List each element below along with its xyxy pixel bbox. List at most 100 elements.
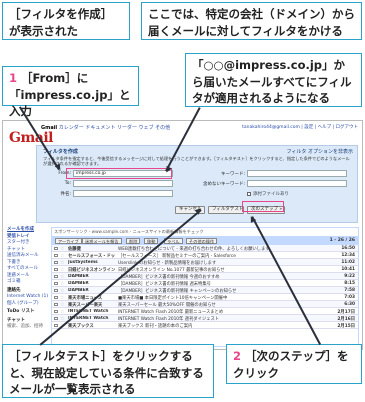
callout-filter-created: ［フィルタを作成］が表示された: [2, 2, 130, 40]
to-input[interactable]: [73, 180, 173, 187]
callout-filter-created-text: ［フィルタを作成］が表示された: [9, 7, 113, 38]
mail-row[interactable]: ☆ DAMBER ［DAMBER］ビジネス書の新刊情報 キャンペーンのお知らせ 7:5…: [52, 287, 358, 294]
mail-row[interactable]: ☆ JustSystems Userslink のお知らせ - 新製品情報をお届けし…: [52, 259, 358, 266]
mail-sender: INTERNET Watch: [68, 316, 109, 321]
mail-checkbox[interactable]: [54, 274, 58, 278]
more-actions-button[interactable]: その他の操作: [186, 237, 218, 244]
subject-input[interactable]: [73, 190, 173, 197]
sidebar-item-trash[interactable]: ゴミ箱: [7, 279, 51, 286]
domain-note-text: 「○○@impress.co.jp」から届いたメールすべてにフィルタが適用される…: [192, 58, 352, 106]
topnav-docs[interactable]: ドキュメント: [85, 125, 115, 131]
mail-checkbox[interactable]: [54, 295, 58, 299]
has-attachment-option[interactable]: 添付ファイルあり: [247, 191, 289, 197]
mail-sender: 楽天ブックス: [68, 324, 94, 329]
mail-checkbox[interactable]: [54, 260, 58, 264]
mail-sender: DAMBER: [68, 288, 89, 293]
next-step-highlight: [242, 201, 284, 212]
star-icon[interactable]: ☆: [60, 246, 64, 252]
subject-row: 件名:: [60, 190, 173, 198]
callout-step1: 1 ［From］に「impress.co.jp」と入力: [2, 66, 139, 118]
star-icon[interactable]: ☆: [60, 302, 64, 308]
mail-row[interactable]: ☆ 日経ビジネスオンライン 日経ビジネスオンライン No.1077 最新記事のお知ら…: [52, 266, 358, 273]
message-count: 1 - 26 / 26: [329, 238, 355, 243]
mail-sender: DAMBER: [68, 274, 89, 279]
callout-explanation: ここでは、特定の会社（ドメイン）から届くメールに対してフィルタをかける: [141, 2, 362, 40]
star-icon[interactable]: ☆: [60, 267, 64, 273]
star-icon[interactable]: ☆: [60, 260, 64, 266]
from-input-highlight: [66, 168, 172, 179]
mail-row[interactable]: ☆ 佐藤健 WEB連載打ち合わせについて - 来週の打ち合わせの件、よろしくお願いし…: [52, 245, 358, 252]
mail-row[interactable]: ☆楽天スーパー楽天楽天スーパーセール 最大50%OFF 開催のお知らせ6:30: [52, 301, 358, 308]
mail-row[interactable]: ☆ INTERNET Watch INTERNET Watch Flash 2010…: [52, 315, 358, 322]
mail-sender: JustSystems: [68, 260, 98, 265]
has-words-label: キーワード:: [220, 172, 245, 177]
mail-time: 9:22: [344, 274, 355, 279]
mail-checkbox[interactable]: [54, 302, 58, 306]
to-row: To:: [65, 180, 173, 188]
contact-group[interactable]: 個人 (グループ): [7, 301, 51, 308]
mail-checkbox[interactable]: [54, 316, 58, 320]
filter-test-button[interactable]: フィルタテスト: [208, 206, 244, 214]
star-icon[interactable]: ☆: [60, 309, 64, 315]
filter-hide-options-link[interactable]: フィルタ オプションを非表示: [287, 148, 354, 155]
gmail-logo[interactable]: Gmail: [9, 130, 53, 146]
mail-checkbox[interactable]: [54, 246, 58, 250]
callout-domain-note: 「○○@impress.co.jp」から届いたメールすべてにフィルタが適用される…: [185, 53, 362, 107]
step2-number: 2: [233, 349, 242, 363]
mail-time: 12:34: [341, 253, 355, 258]
star-icon[interactable]: ☆: [60, 288, 64, 294]
mail-time: 10:41: [341, 267, 355, 272]
filter-test-note-text: ［フィルタテスト］をクリックすると、現在設定している条件に合致するメールが一覧表…: [9, 349, 204, 397]
step2-text: ［次のステップ］をクリック: [233, 349, 349, 380]
mail-checkbox[interactable]: [54, 267, 58, 271]
star-icon[interactable]: ☆: [60, 253, 64, 259]
mail-row[interactable]: ☆ DAMBER ［DAMBER］ビジネス書の新刊情報 今週のおすすめ 9:22: [52, 273, 358, 280]
chat-search[interactable]: 検索、追加、招待: [7, 324, 51, 331]
star-icon[interactable]: ☆: [60, 274, 64, 280]
mail-row[interactable]: ☆ DAMBER ［DAMBER］ビジネス書の新刊情報 週末特集号 8:15: [52, 280, 358, 287]
archive-button[interactable]: アーカイブ: [55, 237, 82, 244]
step1-number: 1: [9, 71, 18, 85]
mail-rows: ☆ 佐藤健 WEB連載打ち合わせについて - 来週の打ち合わせの件、よろしくお願いし…: [52, 245, 358, 329]
topnav-reader[interactable]: リーダー: [117, 125, 137, 131]
contact-internet-watch[interactable]: Internet Watch (1): [7, 294, 51, 301]
star-icon[interactable]: ☆: [60, 316, 64, 322]
sponsored-ad-line[interactable]: スポンサーリンク ‐ www.sample.com ‐ ニュースサイトの最新情報…: [54, 229, 356, 235]
mail-subject: 楽天ブックス 新刊・話題の本のご案内: [118, 324, 193, 329]
no-words-row: 含めないキーワード:: [203, 180, 347, 188]
has-attachment-checkbox[interactable]: [247, 191, 251, 196]
has-attachment-label: 添付ファイルあり: [253, 192, 289, 197]
callout-step2: 2 ［次のステップ］をクリック: [226, 344, 362, 384]
star-icon[interactable]: ☆: [60, 281, 64, 287]
topnav-calendar[interactable]: カレンダー: [59, 125, 84, 131]
tasks-heading[interactable]: ToDo リスト: [7, 309, 51, 316]
to-label: To:: [64, 181, 71, 186]
has-words-input[interactable]: [247, 170, 347, 177]
mail-time: 7:58: [344, 288, 355, 293]
mail-time: 8:15: [344, 281, 355, 286]
topnav-web[interactable]: ウェブ: [139, 125, 154, 131]
mail-checkbox[interactable]: [54, 323, 58, 327]
gmail-logo-text: Gmail: [9, 130, 53, 146]
mail-checkbox[interactable]: [54, 309, 58, 313]
delete-button[interactable]: 削除: [126, 237, 141, 244]
account-links[interactable]: tanakahiro44@gmail.com | 設定 | ヘルプ | ログアウ…: [242, 124, 358, 130]
mail-checkbox[interactable]: [54, 253, 58, 257]
no-words-input[interactable]: [247, 180, 347, 187]
gmail-top-nav: Gmail カレンダー ドキュメント リーダー ウェブ その他: [41, 124, 170, 131]
mail-time: 16:50: [341, 246, 355, 251]
filter-description: フィルタ条件を指定すると、今後受信するメッセージに対して処理を行うことができます…: [43, 156, 350, 167]
report-spam-button[interactable]: 迷惑メールを報告: [82, 237, 122, 244]
callout-filter-test: ［フィルタテスト］をクリックすると、現在設定している条件に合致するメールが一覧表…: [2, 344, 214, 398]
mail-row[interactable]: ☆ INTERNET Watch INTERNET Watch Flash 2010…: [52, 308, 358, 315]
step1-text: ［From］に「impress.co.jp」と入力: [9, 71, 131, 119]
star-icon[interactable]: ☆: [60, 295, 64, 301]
move-button[interactable]: 移動: [144, 237, 159, 244]
gmail-sidebar: メールを作成 受信トレイ スター付き チャット 送信済みメール 下書き すべての…: [7, 227, 51, 331]
mail-checkbox[interactable]: [54, 281, 58, 285]
mail-row[interactable]: ☆セールスフォース・ドットコム［セールスフォース］ 新製品セミナーのご案内 - …: [52, 252, 358, 259]
mail-checkbox[interactable]: [54, 288, 58, 292]
mail-time: 2月15日: [337, 324, 355, 329]
mail-toolbar: アーカイブ 迷惑メールを報告 削除 移動 ラベル その他の操作 1 - 26 /…: [52, 236, 358, 245]
topnav-more[interactable]: その他: [155, 125, 170, 131]
